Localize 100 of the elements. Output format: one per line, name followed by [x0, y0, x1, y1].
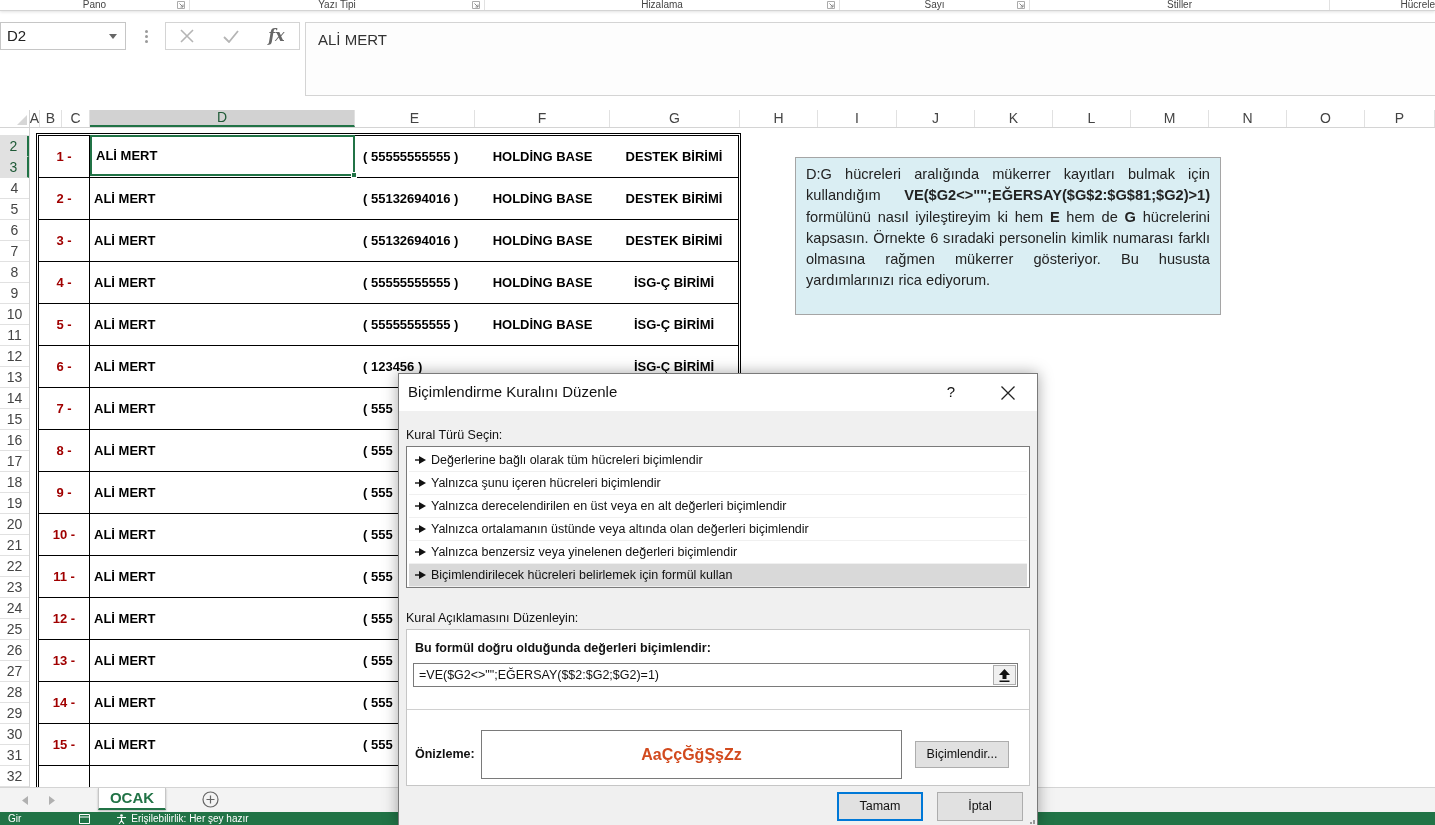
- bullet-arrow-icon: [415, 571, 426, 579]
- row-header[interactable]: 4: [0, 178, 29, 199]
- row-header[interactable]: 18: [0, 472, 29, 493]
- ribbon-group-label: Yazı Tipi: [318, 0, 356, 10]
- row-header[interactable]: 5: [0, 199, 29, 220]
- dialog-launcher-icon[interactable]: [827, 1, 835, 9]
- help-button[interactable]: ?: [936, 377, 966, 408]
- ok-button[interactable]: Tamam: [837, 792, 923, 821]
- table-cell-text: 12 -: [52, 609, 76, 628]
- scroll-right-icon[interactable]: [49, 796, 55, 805]
- column-header[interactable]: M: [1131, 110, 1209, 127]
- fill-handle[interactable]: [351, 172, 357, 178]
- column-header[interactable]: F: [475, 110, 610, 127]
- dialog-launcher-icon[interactable]: [1017, 1, 1025, 9]
- bullet-arrow-icon: [415, 456, 426, 464]
- dropdown-caret-icon: [109, 33, 117, 39]
- row-header[interactable]: 2: [0, 136, 29, 157]
- row-header[interactable]: 14: [0, 388, 29, 409]
- scroll-left-icon[interactable]: [22, 796, 28, 805]
- table-cell-text: 1 -: [56, 147, 72, 166]
- table-cell-text: HOLDİNG BASE: [492, 273, 593, 292]
- column-header[interactable]: I: [818, 110, 897, 127]
- bullet-arrow-icon: [415, 525, 426, 533]
- row-header[interactable]: 25: [0, 619, 29, 640]
- rule-type-item[interactable]: Biçimlendirilecek hücreleri belirlemek için formül kullan: [409, 564, 1027, 587]
- row-header[interactable]: 30: [0, 724, 29, 745]
- enter-button[interactable]: [223, 29, 240, 43]
- vertical-dots-icon[interactable]: [145, 30, 148, 43]
- table-cell-text: 10 -: [52, 525, 76, 544]
- column-header[interactable]: G: [610, 110, 740, 127]
- row-header[interactable]: 3: [0, 157, 29, 178]
- row-header[interactable]: 29: [0, 703, 29, 724]
- table-cell-text: 14 -: [52, 693, 76, 712]
- row-header[interactable]: 9: [0, 283, 29, 304]
- add-sheet-icon[interactable]: [202, 791, 219, 808]
- insert-function-button[interactable]: fx: [268, 27, 285, 45]
- bullet-arrow-icon: [415, 548, 426, 556]
- ribbon-group-label: Hücrele: [1400, 0, 1435, 10]
- preview-label: Önizleme:: [414, 746, 476, 764]
- ribbon-group-label: Hizalama: [641, 0, 683, 10]
- format-button[interactable]: Biçimlendir...: [915, 741, 1009, 768]
- row-header[interactable]: 21: [0, 535, 29, 556]
- table-cell-text: ALİ MERT: [94, 525, 156, 544]
- row-header[interactable]: 23: [0, 577, 29, 598]
- cancel-entry-button[interactable]: [180, 29, 195, 43]
- table-cell-text: ( 555: [363, 651, 393, 670]
- row-header[interactable]: 6: [0, 220, 29, 241]
- column-header[interactable]: N: [1209, 110, 1287, 127]
- column-header[interactable]: J: [897, 110, 975, 127]
- row-header[interactable]: 20: [0, 514, 29, 535]
- row-header[interactable]: 15: [0, 409, 29, 430]
- dialog-launcher-icon[interactable]: [177, 1, 185, 9]
- table-cell-text: ( 55555555555 ): [363, 147, 459, 166]
- table-cell-text: ( 55132694016 ): [363, 231, 459, 250]
- sheet-tab[interactable]: OCAK: [98, 788, 166, 810]
- collapse-dialog-button[interactable]: [993, 665, 1016, 685]
- table-cell-text: 4 -: [56, 273, 72, 292]
- column-header[interactable]: D: [90, 110, 355, 127]
- row-header[interactable]: 28: [0, 682, 29, 703]
- accessibility-icon[interactable]: [116, 813, 128, 824]
- column-header[interactable]: O: [1287, 110, 1365, 127]
- row-header[interactable]: 22: [0, 556, 29, 577]
- column-header[interactable]: E: [355, 110, 475, 127]
- selected-cell-frame[interactable]: ALİ MERT: [90, 135, 355, 176]
- row-header[interactable]: 12: [0, 346, 29, 367]
- accessibility-status[interactable]: Erişilebilirlik: Her şey hazır: [131, 812, 249, 825]
- row-header[interactable]: 11: [0, 325, 29, 346]
- row-header[interactable]: 10: [0, 304, 29, 325]
- column-header[interactable]: B: [40, 110, 62, 127]
- formula-input[interactable]: ALİ MERT: [305, 22, 1435, 96]
- row-header[interactable]: 7: [0, 241, 29, 262]
- status-mode: Gir: [8, 812, 22, 825]
- note-text: D:G hücreleri aralığında mükerrer kayıtları bulmak için kullandığım VE($G2<>"";EĞERSAY($G$2:$G$81;$G2)>1) formülünü nasıl iyileştireyim ki hem E hem de G hücrelerini kapsasın. Örnekte 6 sıradaki personelin kimlik numarası farklı olmasına rağmen mükerrer gösteriyor. Bu hususta yardımlarınızı rica ediyorum.: [806, 165, 1210, 291]
- table-cell-text: ALİ MERT: [94, 315, 156, 334]
- row-header[interactable]: 24: [0, 598, 29, 619]
- column-header[interactable]: P: [1365, 110, 1435, 127]
- row-header[interactable]: 16: [0, 430, 29, 451]
- column-header[interactable]: A: [30, 110, 40, 127]
- column-header[interactable]: L: [1053, 110, 1131, 127]
- column-header[interactable]: H: [740, 110, 818, 127]
- table-cell-text: ( 555: [363, 483, 393, 502]
- table-cell-text: ALİ MERT: [94, 231, 156, 250]
- name-box[interactable]: D2: [0, 22, 126, 50]
- row-header[interactable]: 31: [0, 745, 29, 766]
- table-cell-text: ALİ MERT: [94, 693, 156, 712]
- row-header[interactable]: 8: [0, 262, 29, 283]
- check-icon: [223, 29, 240, 43]
- resize-grip-icon[interactable]: [1027, 820, 1035, 824]
- cancel-button[interactable]: İptal: [937, 792, 1023, 821]
- up-arrow-bar-icon: [999, 668, 1010, 682]
- table-cell-text: ALİ MERT: [94, 651, 156, 670]
- page-icon[interactable]: [79, 813, 91, 824]
- row-header[interactable]: 19: [0, 493, 29, 514]
- dialog-launcher-icon[interactable]: [472, 1, 480, 9]
- row-header[interactable]: 17: [0, 451, 29, 472]
- row-header[interactable]: 26: [0, 640, 29, 661]
- row-header[interactable]: 13: [0, 367, 29, 388]
- row-header[interactable]: 27: [0, 661, 29, 682]
- column-header[interactable]: K: [975, 110, 1053, 127]
- rule-formula-input[interactable]: =VE($G2<>"";EĞERSAY($$2:$G2;$G2)=1): [413, 663, 1018, 687]
